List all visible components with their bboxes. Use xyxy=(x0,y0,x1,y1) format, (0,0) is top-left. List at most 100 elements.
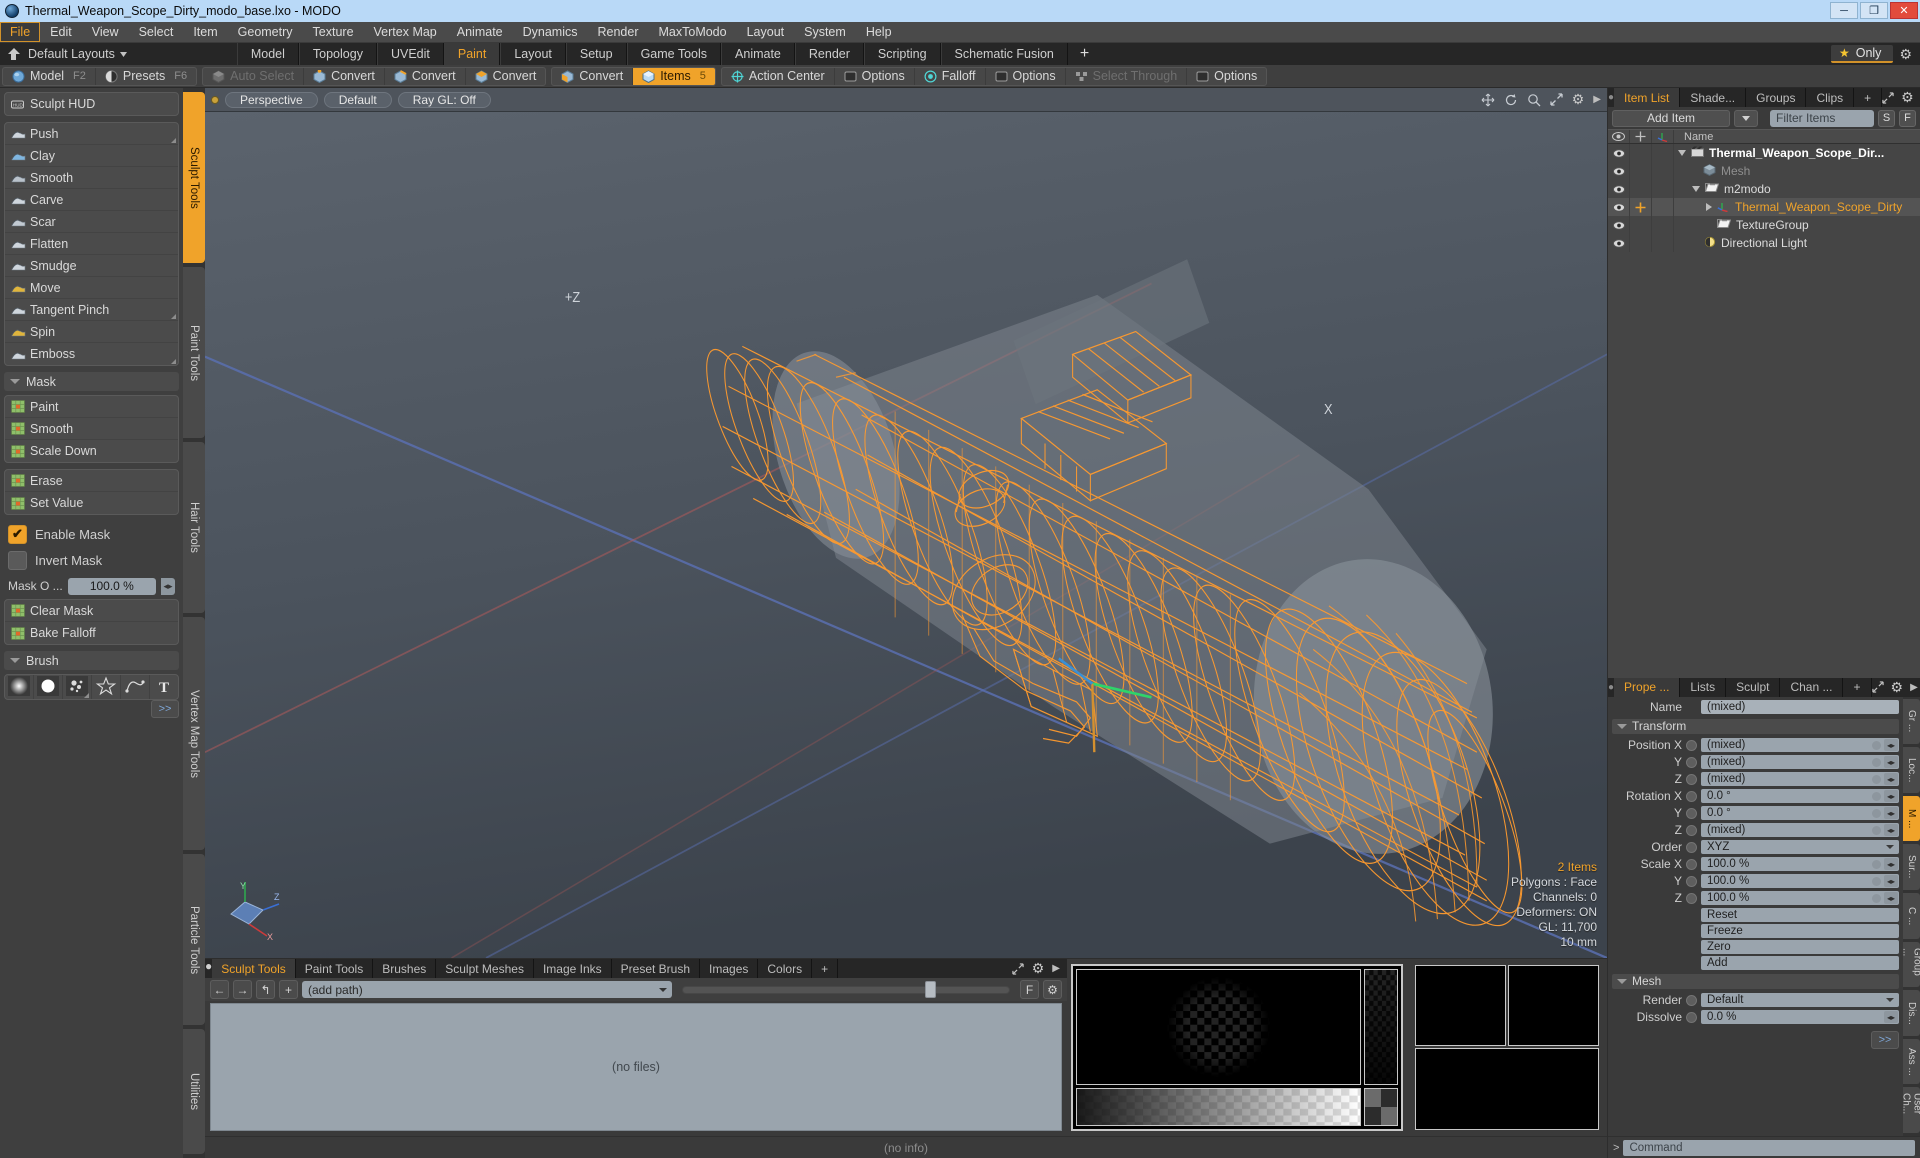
filter-find-button[interactable]: F xyxy=(1899,109,1916,127)
menu-item-vertex-map[interactable]: Vertex Map xyxy=(364,22,447,42)
chevron-down-icon[interactable] xyxy=(1886,998,1894,1002)
item-visibility-toggle[interactable] xyxy=(1608,198,1630,216)
transform-action-add[interactable]: Add xyxy=(1701,955,1899,970)
view-mode-button[interactable]: Perspective xyxy=(225,91,318,108)
transform-row-input[interactable]: (mixed) ◂▸ xyxy=(1701,772,1899,786)
menu-item-dynamics[interactable]: Dynamics xyxy=(513,22,588,42)
bottom-tab-colors[interactable]: Colors xyxy=(758,959,813,978)
sculpt-tool-push[interactable]: Push xyxy=(5,123,178,145)
file-browser-area[interactable]: (no files) xyxy=(210,1003,1062,1131)
prop-tab-sculpt[interactable]: Sculpt xyxy=(1726,677,1781,697)
item-list-empty-area[interactable] xyxy=(1608,252,1920,678)
menu-item-geometry[interactable]: Geometry xyxy=(228,22,303,42)
invert-mask-checkbox[interactable] xyxy=(8,550,27,570)
item-name-cell[interactable]: m2modo xyxy=(1674,182,1771,196)
submenu-corner-icon[interactable] xyxy=(171,138,176,143)
item-name-cell[interactable]: TextureGroup xyxy=(1674,218,1809,232)
enable-mask-row[interactable]: ✔ Enable Mask xyxy=(4,521,179,547)
layout-tab-game-tools[interactable]: Game Tools xyxy=(626,43,722,65)
menu-item-maxtomodo[interactable]: MaxToModo xyxy=(649,22,737,42)
transform-row-input[interactable]: 0.0 ° ◂▸ xyxy=(1701,789,1899,803)
menu-item-edit[interactable]: Edit xyxy=(40,22,82,42)
toolbar-button-options[interactable]: Options xyxy=(835,67,915,85)
move-icon[interactable] xyxy=(1481,93,1495,107)
layout-tab-topology[interactable]: Topology xyxy=(298,43,377,65)
layout-tab-setup[interactable]: Setup xyxy=(565,43,627,65)
right-tab-shade-[interactable]: Shade... xyxy=(1680,88,1747,107)
vertical-tab-paint-tools[interactable]: Paint Tools xyxy=(183,267,205,439)
mask-action-bake-falloff[interactable]: Bake Falloff xyxy=(5,622,178,644)
properties-side-tab-1[interactable]: Gr ... xyxy=(1903,698,1920,745)
3d-viewport[interactable]: +Z X Y X Z 2 Items Polygons: Face Chann… xyxy=(205,112,1607,958)
mask-action-clear-mask[interactable]: Clear Mask xyxy=(5,600,178,622)
right-tab-item-list[interactable]: Item List xyxy=(1614,88,1681,107)
bottom-tab-preset-brush[interactable]: Preset Brush xyxy=(612,959,701,978)
layout-tab-render[interactable]: Render xyxy=(794,43,864,65)
filter-items-input[interactable]: Filter Items xyxy=(1770,109,1874,127)
filter-select-button[interactable]: S xyxy=(1878,109,1895,127)
item-list-row[interactable]: Mesh xyxy=(1608,162,1920,180)
sculpt-tool-clay[interactable]: Clay xyxy=(5,145,178,167)
mesh-row-input[interactable]: 0.0 % ◂▸ xyxy=(1701,1010,1899,1024)
bottom-tab-image-inks[interactable]: Image Inks xyxy=(534,959,612,978)
transform-row-input[interactable]: XYZ xyxy=(1701,840,1899,854)
vertical-tab-utilities[interactable]: Utilities xyxy=(183,1029,205,1154)
brush-preset-2[interactable] xyxy=(34,675,63,699)
toolbar-button-options[interactable]: Options xyxy=(1187,68,1266,85)
layout-tab-model[interactable]: Model xyxy=(236,43,299,65)
item-name-cell[interactable]: Thermal_Weapon_Scope_Dir... xyxy=(1674,146,1884,160)
bottom-tab-paint-tools[interactable]: Paint Tools xyxy=(296,959,374,978)
add-item-dropdown-button[interactable] xyxy=(1734,109,1758,127)
expand-icon[interactable] xyxy=(1882,91,1894,104)
transform-row-input[interactable]: 100.0 % ◂▸ xyxy=(1701,857,1899,871)
path-input[interactable]: (add path) xyxy=(302,981,672,998)
item-visibility-toggle[interactable] xyxy=(1608,234,1630,252)
properties-side-tab-6[interactable]: Group ... xyxy=(1903,941,1920,988)
layout-tab-schematic-fusion[interactable]: Schematic Fusion xyxy=(940,43,1068,65)
minimize-button[interactable]: ─ xyxy=(1830,2,1858,19)
brush-preset-3[interactable] xyxy=(63,675,92,699)
menu-item-render[interactable]: Render xyxy=(588,22,649,42)
prop-tab-lists[interactable]: Lists xyxy=(1680,677,1727,697)
value-spinner[interactable]: ◂▸ xyxy=(1884,1011,1898,1023)
nav-add-button[interactable]: + xyxy=(279,980,298,999)
mask-tool-paint[interactable]: Paint xyxy=(5,396,178,418)
right-tab-clips[interactable]: Clips xyxy=(1806,88,1855,107)
sculpt-tool-emboss[interactable]: Emboss xyxy=(5,343,178,365)
transform-row-input[interactable]: 100.0 % ◂▸ xyxy=(1701,874,1899,888)
item-transform-toggle[interactable] xyxy=(1630,144,1652,162)
gear-icon[interactable]: ⚙ xyxy=(1043,980,1062,999)
transform-row-input[interactable]: (mixed) ◂▸ xyxy=(1701,738,1899,752)
expand-icon[interactable] xyxy=(1871,681,1884,693)
layout-tab-layout[interactable]: Layout xyxy=(500,43,566,65)
raygl-button[interactable]: Ray GL: Off xyxy=(397,91,491,108)
item-transform-toggle[interactable] xyxy=(1630,216,1652,234)
slider-knob[interactable] xyxy=(924,981,936,998)
transform-section-header[interactable]: Transform xyxy=(1612,718,1899,734)
channel-link-icon[interactable] xyxy=(1686,739,1697,751)
item-list[interactable]: Thermal_Weapon_Scope_Dir... Mesh m2modo The… xyxy=(1608,144,1920,252)
layout-tab-uvedit[interactable]: UVEdit xyxy=(376,43,444,65)
move-tool-icon[interactable] xyxy=(1635,202,1646,213)
chevron-down-icon[interactable] xyxy=(1692,186,1700,192)
mask-opacity-spinner[interactable]: ◂▸ xyxy=(161,577,175,595)
menu-item-file[interactable]: File xyxy=(0,22,41,42)
item-visibility-toggle[interactable] xyxy=(1608,216,1630,234)
chevron-down-icon[interactable] xyxy=(1886,845,1894,849)
item-transform-toggle[interactable] xyxy=(1630,162,1652,180)
item-transform-toggle[interactable] xyxy=(1630,180,1652,198)
zoom-icon[interactable] xyxy=(1527,93,1541,107)
gear-icon[interactable]: ⚙ xyxy=(1901,89,1914,106)
bottom-tab-sculpt-meshes[interactable]: Sculpt Meshes xyxy=(436,959,534,978)
brush-preset-6[interactable]: T xyxy=(150,675,178,699)
brush-preview-panel[interactable] xyxy=(1067,959,1407,1136)
gear-icon[interactable]: ⚙ xyxy=(1891,679,1904,696)
enable-mask-checkbox[interactable]: ✔ xyxy=(8,524,27,544)
mask-opacity-input[interactable]: 100.0 % xyxy=(67,577,156,595)
item-visibility-toggle[interactable] xyxy=(1608,180,1630,198)
toolbar-button-presets[interactable]: Presets F6 xyxy=(96,68,196,85)
toolbar-button-falloff[interactable]: Falloff xyxy=(915,67,986,85)
menu-item-item[interactable]: Item xyxy=(183,22,227,42)
item-transform-toggle[interactable] xyxy=(1630,234,1652,252)
channel-link-icon[interactable] xyxy=(1686,756,1697,768)
